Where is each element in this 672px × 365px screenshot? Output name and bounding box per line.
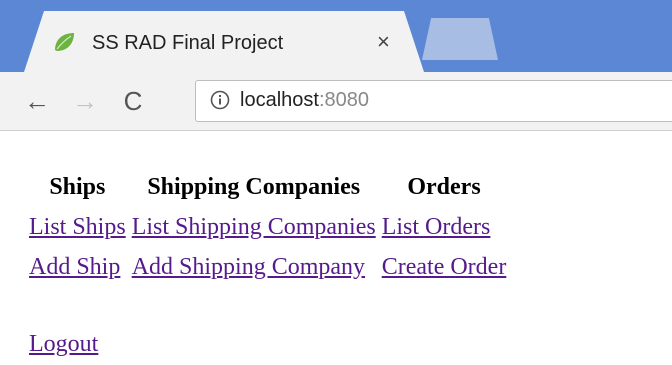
- new-tab-button[interactable]: [422, 18, 498, 60]
- create-order-link[interactable]: Create Order: [382, 254, 507, 280]
- cell-list-orders: List Orders: [379, 207, 510, 247]
- cell-create-order: Create Order: [379, 247, 510, 287]
- url-host: localhost: [240, 89, 319, 111]
- cell-add-ship: Add Ship: [26, 247, 129, 287]
- header-row: Ships Shipping Companies Orders: [26, 167, 509, 207]
- cell-list-ships: List Ships: [26, 207, 129, 247]
- header-orders: Orders: [407, 173, 481, 200]
- list-orders-link[interactable]: List Orders: [382, 214, 491, 240]
- close-tab-icon[interactable]: ×: [377, 29, 390, 55]
- list-ships-link[interactable]: List Ships: [29, 214, 126, 240]
- spring-leaf-icon: [55, 33, 74, 51]
- url-port: :8080: [318, 89, 369, 111]
- header-shipping-companies: Shipping Companies: [147, 173, 361, 200]
- list-row: List Ships List Shipping Companies List …: [26, 207, 509, 247]
- add-row: Add Ship Add Shipping Company Create Ord…: [26, 247, 509, 287]
- info-icon[interactable]: [210, 90, 230, 110]
- back-button[interactable]: ←: [22, 85, 52, 117]
- reload-button[interactable]: C: [118, 85, 148, 117]
- forward-button[interactable]: →: [70, 85, 100, 117]
- page-content: Ships Shipping Companies Orders List Shi…: [0, 131, 672, 365]
- tab-title: SS RAD Final Project: [92, 32, 284, 54]
- logout-link[interactable]: Logout: [29, 331, 98, 358]
- add-ship-link[interactable]: Add Ship: [29, 254, 120, 280]
- cell-add-shipping-company: Add Shipping Company: [129, 247, 379, 287]
- cell-list-shipping-companies: List Shipping Companies: [129, 207, 379, 247]
- list-shipping-companies-link[interactable]: List Shipping Companies: [132, 214, 376, 240]
- url-text: localhost:8080: [240, 86, 369, 114]
- navigation-table: Ships Shipping Companies Orders List Shi…: [26, 167, 509, 287]
- browser-window: SS RAD Final Project × ← → C localhost:8…: [0, 0, 672, 365]
- header-ships: Ships: [49, 173, 106, 200]
- add-shipping-company-link[interactable]: Add Shipping Company: [132, 254, 365, 280]
